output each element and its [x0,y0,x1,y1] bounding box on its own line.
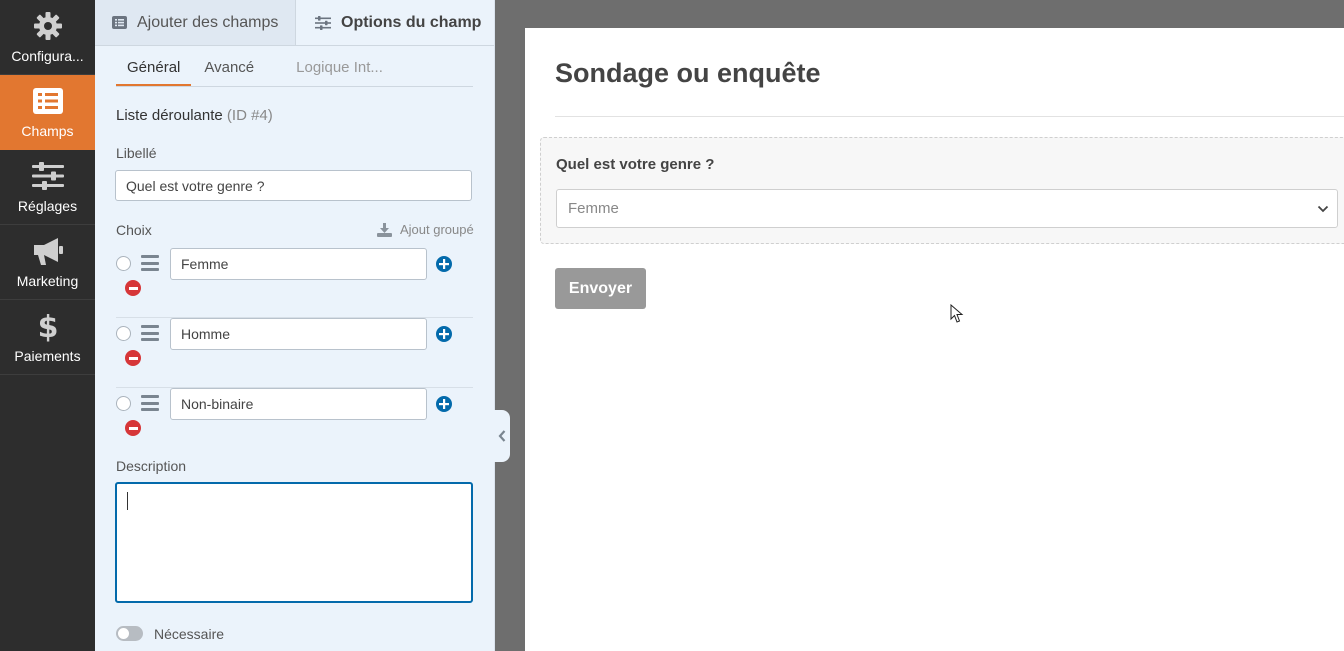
drag-handle-icon[interactable] [141,325,159,341]
gear-icon [31,10,65,42]
form-preview: Sondage ou enquête Quel est votre genre … [525,28,1344,651]
tab-add-fields[interactable]: Ajouter des champs [95,0,296,45]
field-id: (ID #4) [226,107,273,124]
choice-input[interactable]: Femme [170,248,427,280]
bulk-add-button[interactable]: Ajout groupé [377,222,474,237]
submit-button[interactable]: Envoyer [555,268,646,309]
nav-item-marketing[interactable]: Marketing [0,225,95,300]
drag-handle-icon[interactable] [141,395,159,411]
panel-tabs: Ajouter des champs Options du champ [95,0,494,46]
chevron-left-icon [498,430,506,442]
default-choice-radio[interactable] [116,396,131,411]
plus-icon [439,329,449,339]
tab-label: Options du champ [341,13,482,31]
choice-input[interactable]: Non-binaire [170,388,427,420]
question-label: Quel est votre genre ? [556,156,715,173]
label-heading: Libellé [116,145,157,161]
mouse-cursor-icon [950,303,964,329]
remove-choice-button[interactable] [125,280,141,296]
text-caret [127,492,128,510]
default-choice-radio[interactable] [116,256,131,271]
add-choice-button[interactable] [436,256,452,272]
plus-icon [439,259,449,269]
divider [555,116,1344,117]
plus-icon [439,399,449,409]
nav-item-setup[interactable]: Configura... [0,0,95,75]
remove-choice-button[interactable] [125,350,141,366]
bulk-add-label: Ajout groupé [400,222,474,237]
nav-item-payments[interactable]: $ Paiements [0,300,95,375]
subtabs: Général Avancé Logique Int... [116,46,473,87]
add-choice-button[interactable] [436,396,452,412]
nav-label: Configura... [11,48,84,64]
label-input[interactable]: Quel est votre genre ? [115,170,472,201]
tab-field-options[interactable]: Options du champ [296,0,494,45]
minus-icon [128,356,138,360]
field-type-name: Liste déroulante [116,107,223,124]
field-type-title: Liste déroulante (ID #4) [116,107,273,124]
subtab-general[interactable]: Général [116,46,192,86]
nav-label: Champs [21,123,74,139]
preview-dropdown[interactable]: Femme [556,189,1338,228]
subtab-smart-logic[interactable]: Logique Int... [296,46,383,86]
subtab-advanced[interactable]: Avancé [204,46,254,86]
remove-choice-button[interactable] [125,420,141,436]
download-icon [377,222,392,237]
form-title: Sondage ou enquête [555,58,821,88]
drag-handle-icon[interactable] [141,255,159,271]
choice-input[interactable]: Homme [170,318,427,350]
sliders-icon [315,15,331,30]
nav-label: Marketing [16,273,79,289]
sliders-icon [31,160,65,192]
nav-item-fields[interactable]: Champs [0,75,95,150]
nav-label: Paiements [14,348,81,364]
toggle-knob [118,628,129,639]
list-icon [31,85,65,117]
chevron-down-icon [1317,202,1329,219]
required-label: Nécessaire [154,626,225,642]
collapse-panel-button[interactable] [494,410,510,462]
svg-text:$: $ [37,310,58,342]
left-nav: Configura... Champs Réglages Marketing $… [0,0,95,651]
preview-field[interactable]: Quel est votre genre ? Femme [540,137,1344,244]
default-choice-radio[interactable] [116,326,131,341]
choice-row: Non-binaire [116,388,473,458]
tab-label: Ajouter des champs [137,13,279,31]
choice-row: Homme [116,318,473,388]
required-toggle[interactable] [116,626,143,641]
megaphone-icon [31,235,65,267]
description-heading: Description [116,458,187,474]
choices-heading: Choix [116,222,152,238]
description-textarea[interactable] [115,482,473,603]
choice-row: Femme [116,248,473,318]
nav-item-settings[interactable]: Réglages [0,150,95,225]
list-icon [112,16,127,29]
field-options-panel: Ajouter des champs Options du champ Géné… [95,0,495,651]
nav-label: Réglages [17,198,78,214]
add-choice-button[interactable] [436,326,452,342]
minus-icon [128,286,138,290]
dollar-icon: $ [31,310,65,342]
dropdown-value: Femme [568,200,619,217]
minus-icon [128,426,138,430]
